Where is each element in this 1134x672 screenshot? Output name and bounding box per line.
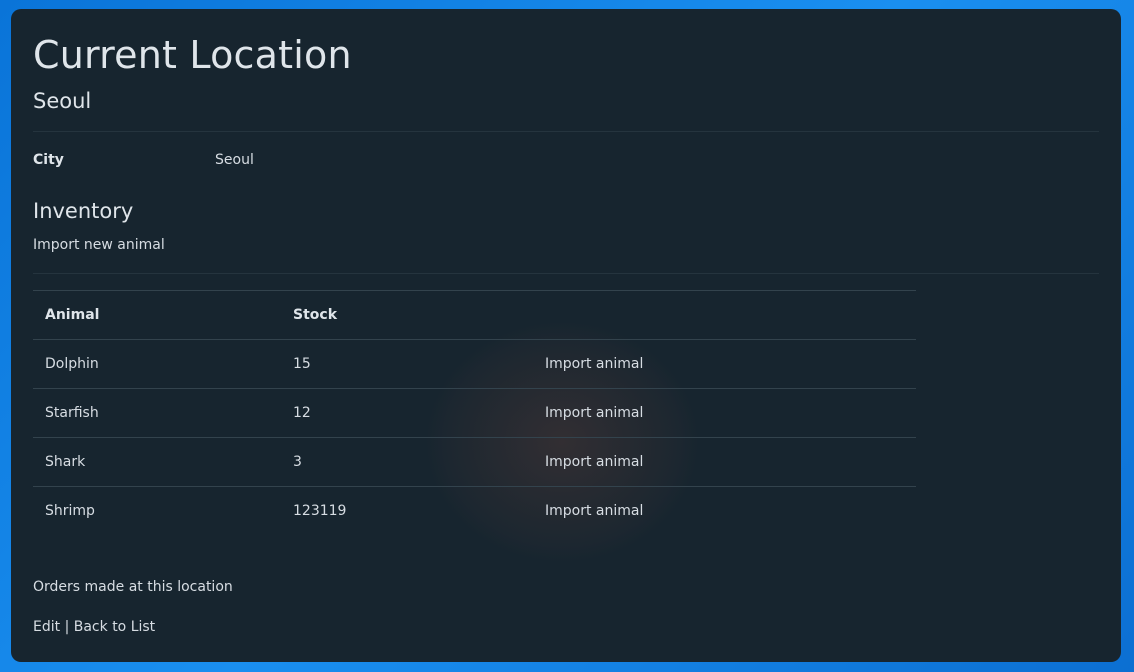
import-animal-link[interactable]: Import animal — [533, 437, 916, 487]
inventory-heading: Inventory — [33, 199, 134, 223]
details-panel: Current Location Seoul City Seoul Invent… — [11, 9, 1121, 662]
page-title: Current Location — [33, 33, 352, 77]
stock-cell: 12 — [281, 388, 533, 438]
import-animal-link[interactable]: Import animal — [533, 388, 916, 438]
import-animal-link[interactable]: Import animal — [533, 486, 916, 535]
import-animal-link[interactable]: Import animal — [533, 339, 916, 389]
back-to-list-link[interactable]: Back to List — [74, 619, 155, 635]
city-value: Seoul — [215, 152, 254, 168]
table-row: Dolphin 15 Import animal — [33, 339, 916, 389]
divider — [33, 273, 1099, 274]
table-row: Shrimp 123119 Import animal — [33, 486, 916, 535]
column-header-actions — [533, 290, 916, 340]
table-row: Starfish 12 Import animal — [33, 388, 916, 438]
table-header-row: Animal Stock — [33, 290, 916, 340]
footer-links: Edit | Back to List — [33, 619, 155, 635]
city-label: City — [33, 152, 64, 168]
location-subtitle: Seoul — [33, 89, 92, 113]
animal-cell: Shrimp — [33, 486, 281, 535]
inventory-table: Animal Stock Dolphin 15 Import animal St… — [33, 290, 916, 535]
column-header-stock: Stock — [281, 290, 533, 340]
table-row: Shark 3 Import animal — [33, 437, 916, 487]
stock-cell: 15 — [281, 339, 533, 389]
import-new-animal-link[interactable]: Import new animal — [33, 237, 165, 253]
edit-link[interactable]: Edit — [33, 619, 60, 635]
stock-cell: 3 — [281, 437, 533, 487]
orders-link[interactable]: Orders made at this location — [33, 579, 233, 595]
animal-cell: Shark — [33, 437, 281, 487]
animal-cell: Dolphin — [33, 339, 281, 389]
link-separator: | — [64, 619, 70, 635]
stock-cell: 123119 — [281, 486, 533, 535]
divider — [33, 131, 1099, 132]
animal-cell: Starfish — [33, 388, 281, 438]
column-header-animal: Animal — [33, 290, 281, 340]
